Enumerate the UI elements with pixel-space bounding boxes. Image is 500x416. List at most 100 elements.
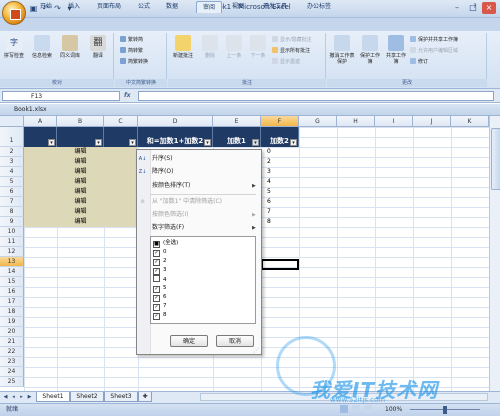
- cell-f8[interactable]: 7: [261, 207, 299, 217]
- workbook-name[interactable]: Book1.xlsx: [14, 106, 47, 113]
- column-header-a[interactable]: A: [24, 116, 57, 127]
- filter-select-all[interactable]: ■ (全选): [153, 239, 178, 248]
- sort-by-color-item[interactable]: 按颜色排序(T): [152, 181, 190, 191]
- help-icon[interactable]: ?: [470, 1, 480, 13]
- new-comment-button[interactable]: 新建批注: [170, 35, 196, 59]
- track-changes-button[interactable]: 修订: [410, 58, 428, 66]
- tab-view[interactable]: 视图: [226, 1, 250, 13]
- row-header-11[interactable]: 11: [0, 237, 24, 247]
- column-header-e[interactable]: E: [213, 116, 261, 127]
- allow-edit-ranges-button[interactable]: 允许用户编辑区域: [410, 47, 458, 55]
- cell-b3[interactable]: 编辑: [57, 157, 104, 167]
- filter-value-7[interactable]: ✓ 7: [153, 302, 167, 311]
- filter-value-8[interactable]: ✓ 8: [153, 311, 167, 320]
- protect-share-button[interactable]: 保护并共享工作簿: [410, 36, 458, 44]
- checkbox-checked-icon[interactable]: ✓: [153, 286, 160, 293]
- filter-dropdown-f[interactable]: ▾: [290, 139, 297, 146]
- spelling-button[interactable]: 字拼写检查: [2, 35, 26, 59]
- column-header-c[interactable]: C: [104, 116, 138, 127]
- cell-f2[interactable]: 0: [261, 147, 299, 157]
- tab-formulas[interactable]: 公式: [132, 1, 156, 13]
- header-cell-d1[interactable]: 和=加数1+加数2: [138, 127, 213, 147]
- row-header-19[interactable]: 19: [0, 317, 24, 327]
- filter-dropdown-d[interactable]: ▾: [204, 139, 211, 146]
- row-header-24[interactable]: 24: [0, 367, 24, 377]
- filter-dropdown-b[interactable]: ▾: [95, 139, 102, 146]
- cell-f6[interactable]: 5: [261, 187, 299, 197]
- row-header-16[interactable]: 16: [0, 287, 24, 297]
- row-header-21[interactable]: 21: [0, 337, 24, 347]
- tab-page-layout[interactable]: 页面布局: [90, 1, 128, 13]
- filter-value-6[interactable]: ✓ 6: [153, 293, 167, 302]
- checkbox-checked-icon[interactable]: ✓: [153, 259, 160, 266]
- column-header-f[interactable]: F: [261, 116, 299, 127]
- minimize-button[interactable]: –: [450, 2, 464, 14]
- cell-f9[interactable]: 8: [261, 217, 299, 227]
- zoom-level[interactable]: 100%: [385, 405, 402, 414]
- sheet-tab-sheet1[interactable]: Sheet1: [36, 392, 70, 402]
- insert-sheet-icon[interactable]: ✚: [138, 392, 152, 402]
- row-header-5[interactable]: 5: [0, 177, 24, 187]
- cell-f3[interactable]: 2: [261, 157, 299, 167]
- cell-b2[interactable]: 编辑: [57, 147, 104, 157]
- translate-button[interactable]: 翻翻译: [86, 35, 110, 59]
- simp-to-trad-button[interactable]: 简转繁: [120, 47, 143, 55]
- conversion-button[interactable]: 简繁转换: [120, 58, 148, 66]
- checkbox-checked-icon[interactable]: ✓: [153, 268, 160, 275]
- first-sheet-icon[interactable]: ◀: [2, 393, 9, 401]
- formula-input[interactable]: [138, 91, 494, 101]
- research-button[interactable]: 信息检索: [30, 35, 54, 59]
- share-workbook-button[interactable]: 共享工作簿: [384, 35, 408, 65]
- office-button[interactable]: [2, 1, 26, 25]
- checkbox-checked-icon[interactable]: ✓: [153, 250, 160, 257]
- page-layout-view-icon[interactable]: [352, 405, 360, 413]
- row-header-6[interactable]: 6: [0, 187, 24, 197]
- column-header-j[interactable]: J: [413, 116, 451, 127]
- select-all-corner[interactable]: [0, 116, 24, 127]
- filter-value-0[interactable]: ✓ 0: [153, 248, 167, 257]
- filter-dropdown-a[interactable]: ▾: [48, 139, 55, 146]
- name-box[interactable]: F13: [2, 91, 120, 101]
- row-header-25[interactable]: 25: [0, 377, 24, 387]
- tab-office-tabs[interactable]: 办公标签: [300, 1, 338, 13]
- ok-button[interactable]: 确定: [170, 335, 208, 347]
- cell-b5[interactable]: 编辑: [57, 177, 104, 187]
- cell-f5[interactable]: 4: [261, 177, 299, 187]
- row-header-14[interactable]: 14: [0, 267, 24, 277]
- row-header-12[interactable]: 12: [0, 247, 24, 257]
- row-header-9[interactable]: 9: [0, 217, 24, 227]
- filter-value-5[interactable]: ✓ 5: [153, 284, 167, 293]
- delete-comment-button[interactable]: 删除: [198, 35, 222, 59]
- clear-filter-item[interactable]: 从 "加数1" 中清除筛选(C): [152, 197, 222, 207]
- row-header-4[interactable]: 4: [0, 167, 24, 177]
- vertical-scroll-thumb[interactable]: [491, 128, 500, 190]
- tab-data[interactable]: 数据: [160, 1, 184, 13]
- row-header-7[interactable]: 7: [0, 197, 24, 207]
- last-sheet-icon[interactable]: ▶: [26, 393, 33, 401]
- active-cell-f13[interactable]: [261, 259, 299, 270]
- row-header-23[interactable]: 23: [0, 357, 24, 367]
- tab-home[interactable]: 开始: [34, 1, 58, 13]
- protect-workbook-button[interactable]: 保护工作簿: [358, 35, 382, 65]
- row-header-2[interactable]: 2: [0, 147, 24, 157]
- trad-to-simp-button[interactable]: 繁转简: [120, 36, 143, 44]
- cell-b6[interactable]: 编辑: [57, 187, 104, 197]
- column-header-i[interactable]: I: [375, 116, 413, 127]
- cancel-button[interactable]: 取消: [216, 335, 254, 347]
- checkbox-checked-icon[interactable]: ✓: [153, 295, 160, 302]
- checkbox-mixed-icon[interactable]: ■: [153, 241, 160, 248]
- column-header-b[interactable]: B: [57, 116, 104, 127]
- filter-value-4[interactable]: 4: [153, 275, 167, 283]
- row-header-22[interactable]: 22: [0, 347, 24, 357]
- filter-dropdown-c[interactable]: ▾: [129, 139, 136, 146]
- show-ink-button[interactable]: 显示墨迹: [272, 58, 300, 66]
- filter-active-dropdown-e[interactable]: ▾: [252, 139, 259, 146]
- tab-review[interactable]: 审阅: [196, 1, 222, 13]
- checkbox-checked-icon[interactable]: ✓: [153, 304, 160, 311]
- column-header-d[interactable]: D: [138, 116, 213, 127]
- vertical-scrollbar[interactable]: [489, 116, 500, 391]
- show-all-comments-button[interactable]: 显示所有批注: [272, 47, 310, 55]
- checkbox-checked-icon[interactable]: ✓: [153, 313, 160, 320]
- filter-value-2[interactable]: ✓ 2: [153, 257, 167, 266]
- column-header-h[interactable]: H: [337, 116, 375, 127]
